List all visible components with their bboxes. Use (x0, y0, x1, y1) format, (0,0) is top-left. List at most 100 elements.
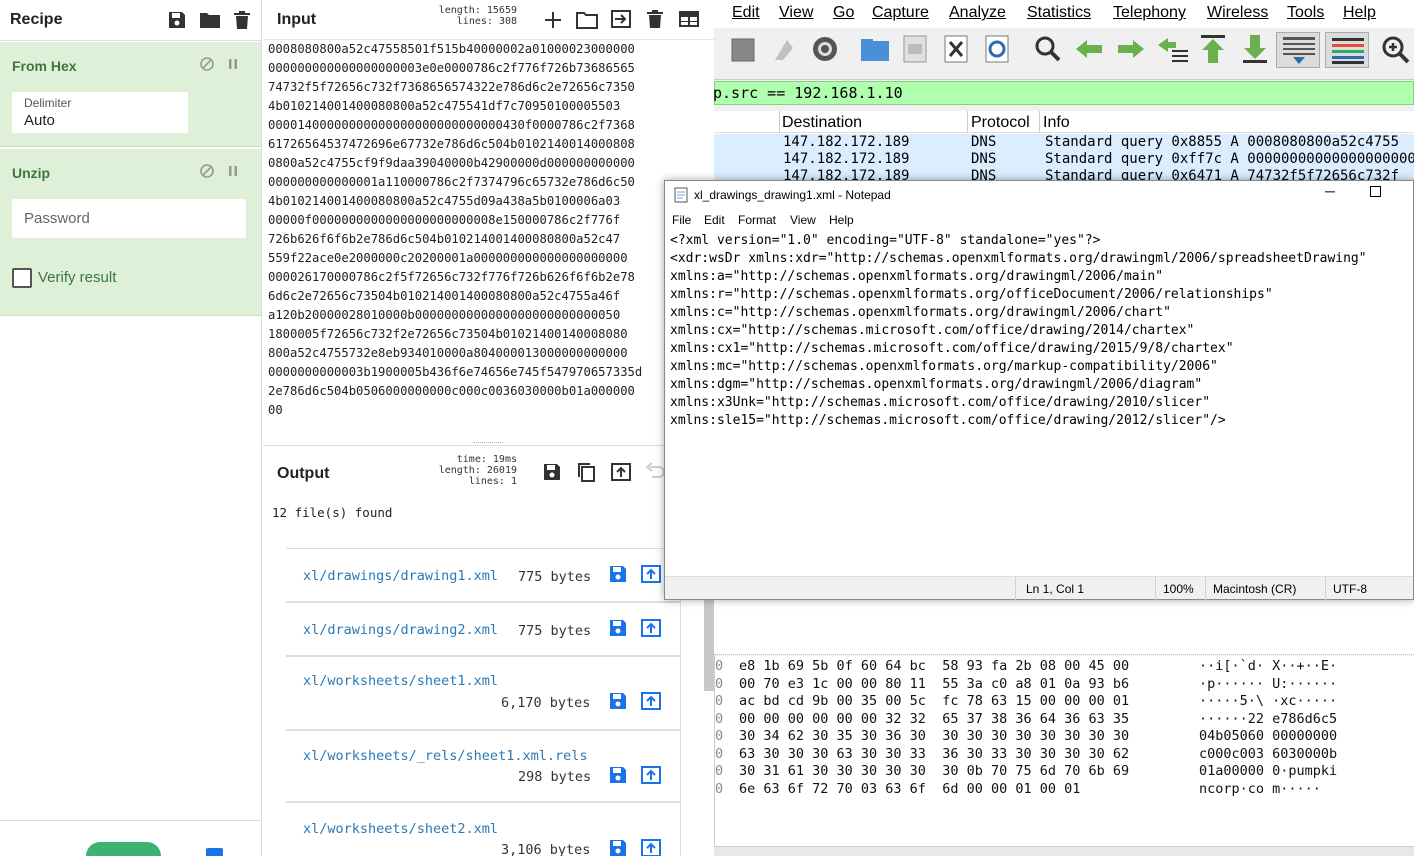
restart-capture-icon[interactable] (771, 36, 799, 64)
menu-view[interactable]: View (779, 4, 813, 22)
wireshark-menubar: Edit View Go Capture Analyze Statistics … (714, 0, 1414, 28)
go-forward-icon[interactable] (1116, 38, 1146, 60)
pause-icon[interactable] (227, 163, 239, 179)
zoom-in-icon[interactable] (1381, 35, 1411, 65)
from-hex-operation[interactable]: From Hex Delimiter Auto (0, 42, 261, 147)
column-protocol[interactable]: Protocol (971, 114, 1030, 132)
output-time: 19ms (492, 454, 517, 465)
add-icon[interactable] (543, 10, 563, 30)
file-name-link[interactable]: xl/worksheets/_rels/sheet1.xml.rels (303, 748, 587, 764)
open-file-icon[interactable] (860, 37, 890, 63)
colorize-button[interactable] (1325, 32, 1369, 68)
close-file-icon[interactable] (943, 34, 969, 64)
line-ending: Macintosh (CR) (1213, 582, 1297, 596)
notepad-titlebar[interactable]: xl_drawings_drawing1.xml - Notepad ─ (665, 181, 1413, 209)
wireshark-toolbar (714, 28, 1414, 80)
menu-capture[interactable]: Capture (872, 4, 929, 22)
verify-result-checkbox[interactable] (12, 268, 32, 288)
input-file-icon[interactable] (610, 9, 632, 29)
undo-icon[interactable] (644, 462, 666, 480)
go-back-icon[interactable] (1074, 38, 1104, 60)
menu-view[interactable]: View (790, 213, 816, 227)
packet-row[interactable]: 147.182.172.189 DNS Standard query 0xff7… (714, 151, 1414, 168)
password-placeholder: Password (24, 210, 90, 227)
menu-tools[interactable]: Tools (1287, 4, 1324, 22)
disable-icon[interactable] (199, 163, 215, 179)
file-name-link[interactable]: xl/drawings/drawing1.xml (303, 568, 498, 584)
capture-options-icon[interactable] (810, 34, 840, 64)
go-last-icon[interactable] (1240, 33, 1270, 65)
packet-details-pane (714, 600, 1414, 655)
menu-help[interactable]: Help (829, 213, 854, 227)
hex-row[interactable]: 0 30 31 61 30 30 30 30 30 30 0b 70 75 6d … (715, 763, 1414, 781)
delimiter-field[interactable]: Delimiter Auto (12, 92, 188, 133)
save-icon[interactable] (167, 10, 187, 30)
pause-icon[interactable] (227, 56, 239, 72)
go-to-packet-icon[interactable] (1156, 34, 1190, 64)
notepad-menubar: File Edit Format View Help (665, 209, 1413, 231)
file-name-link[interactable]: xl/worksheets/sheet2.xml (303, 821, 498, 837)
column-info[interactable]: Info (1043, 114, 1070, 132)
notepad-text-area[interactable]: <?xml version="1.0" encoding="UTF-8" sta… (670, 232, 1367, 430)
password-input[interactable]: Password (12, 199, 246, 238)
open-in-input-icon[interactable] (640, 765, 662, 785)
menu-wireless[interactable]: Wireless (1207, 4, 1268, 22)
save-file-icon[interactable] (608, 765, 628, 785)
column-destination[interactable]: Destination (782, 114, 862, 132)
open-folder-icon[interactable] (576, 10, 598, 30)
go-first-icon[interactable] (1198, 33, 1228, 65)
folder-icon[interactable] (199, 10, 221, 30)
clear-input-icon[interactable] (646, 9, 664, 29)
save-file-icon[interactable] (902, 34, 928, 64)
copy-output-icon[interactable] (576, 461, 596, 483)
save-file-icon[interactable] (608, 691, 628, 711)
menu-statistics[interactable]: Statistics (1027, 4, 1091, 22)
trash-icon[interactable] (233, 10, 251, 30)
menu-edit[interactable]: Edit (732, 4, 760, 22)
file-name-link[interactable]: xl/drawings/drawing2.xml (303, 622, 498, 638)
menu-telephony[interactable]: Telephony (1113, 4, 1186, 22)
hex-row[interactable]: 0 63 30 30 30 63 30 30 33 36 30 33 30 30 … (715, 746, 1414, 764)
open-in-input-icon[interactable] (640, 564, 662, 584)
output-scrollbar[interactable] (704, 596, 714, 691)
menu-file[interactable]: File (672, 213, 691, 227)
open-in-input-icon[interactable] (640, 618, 662, 638)
save-file-icon[interactable] (608, 618, 628, 638)
unzip-operation[interactable]: Unzip Password Verify result (0, 149, 261, 316)
minimize-icon[interactable]: ─ (1325, 183, 1335, 199)
save-file-icon[interactable] (608, 564, 628, 584)
menu-help[interactable]: Help (1343, 4, 1376, 22)
autoscroll-button[interactable] (1276, 32, 1320, 68)
save-file-icon[interactable] (608, 838, 628, 856)
auto-bake-checkbox[interactable] (206, 848, 223, 856)
menu-edit[interactable]: Edit (704, 213, 725, 227)
replace-input-icon[interactable] (610, 462, 632, 482)
hex-row[interactable]: 0 ac bd cd 9b 00 35 00 5c fc 78 63 15 00 … (715, 693, 1414, 711)
display-filter-bar[interactable]: p.src == 192.168.1.10 (713, 81, 1414, 105)
menu-go[interactable]: Go (833, 4, 854, 22)
resize-handle[interactable] (473, 442, 503, 444)
hex-row[interactable]: 0 00 70 e3 1c 00 00 80 11 55 3a c0 a8 01 … (715, 676, 1414, 694)
hex-row[interactable]: 0 30 34 62 30 35 30 36 30 30 30 30 30 30 … (715, 728, 1414, 746)
maximize-icon[interactable] (1370, 186, 1381, 197)
save-output-icon[interactable] (542, 462, 562, 482)
file-name-link[interactable]: xl/worksheets/sheet1.xml (303, 673, 498, 689)
hex-row[interactable]: 0 e8 1b 69 5b 0f 60 64 bc 58 93 fa 2b 08 … (715, 658, 1414, 676)
reload-icon[interactable] (984, 34, 1010, 64)
menu-analyze[interactable]: Analyze (949, 4, 1006, 22)
bake-button[interactable] (86, 842, 161, 856)
input-text[interactable]: 0008080800a52c47558501f515b40000002a0100… (263, 40, 714, 440)
open-in-input-icon[interactable] (640, 838, 662, 856)
notepad-line: xmlns:c="http://schemas.openxmlformats.o… (670, 305, 1171, 320)
layout-icon[interactable] (678, 10, 700, 28)
hex-offset: 0 (715, 763, 724, 779)
disable-icon[interactable] (199, 56, 215, 72)
stop-capture-icon[interactable] (730, 37, 756, 63)
open-in-input-icon[interactable] (640, 691, 662, 711)
hex-row[interactable]: 0 00 00 00 00 00 00 32 32 65 37 38 36 64 … (715, 711, 1414, 729)
packet-row[interactable]: 147.182.172.189 DNS Standard query 0x885… (714, 134, 1414, 151)
hex-offset: 0 (715, 728, 724, 744)
menu-format[interactable]: Format (738, 213, 776, 227)
hex-row[interactable]: 0 6e 63 6f 72 70 03 63 6f 6d 00 00 01 00 … (715, 781, 1414, 799)
find-packet-icon[interactable] (1034, 35, 1062, 63)
